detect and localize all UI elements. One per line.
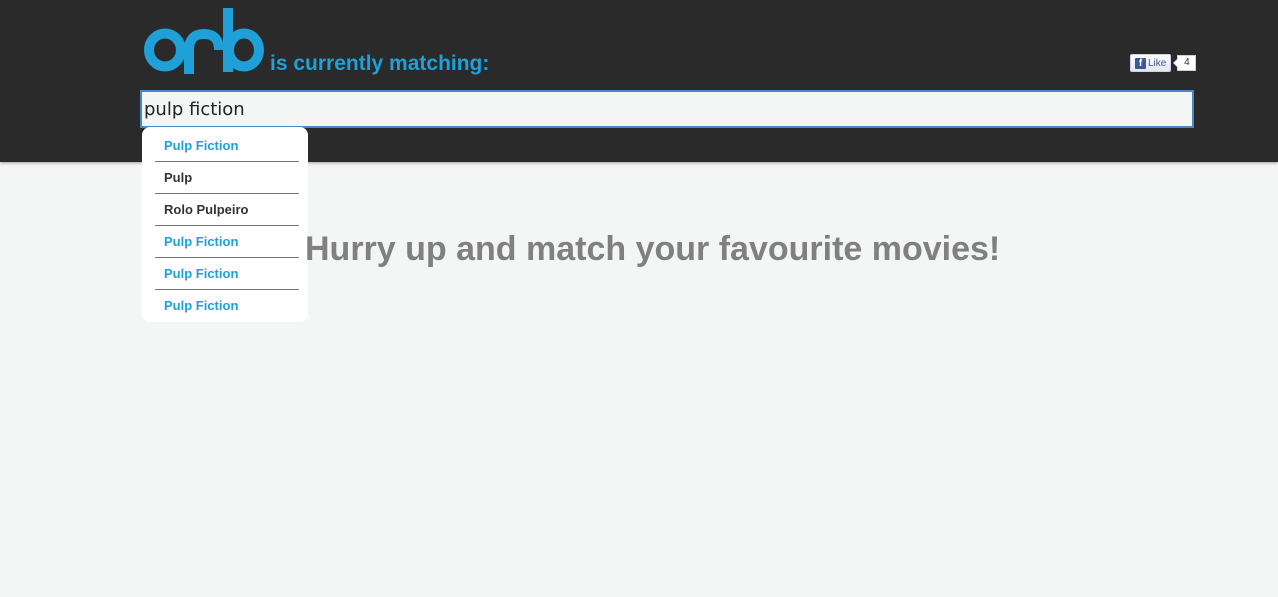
autocomplete-item[interactable]: Rolo Pulpeiro [155, 194, 299, 226]
autocomplete-dropdown: Pulp Fiction Pulp Rolo Pulpeiro Pulp Fic… [142, 127, 308, 322]
tagline: is currently matching: [270, 52, 490, 75]
autocomplete-item[interactable]: Pulp Fiction [155, 130, 299, 162]
like-label: Like [1148, 57, 1167, 69]
orb-logo[interactable]: orb [144, 6, 266, 78]
autocomplete-item[interactable]: Pulp [155, 162, 299, 194]
page-headline: Hurry up and match your favourite movies… [305, 230, 1001, 268]
autocomplete-item[interactable]: Pulp Fiction [155, 258, 299, 290]
movie-search-input[interactable] [140, 90, 1194, 128]
like-count: 4 [1173, 55, 1197, 71]
facebook-icon: f [1135, 57, 1146, 69]
autocomplete-item[interactable]: Pulp Fiction [155, 290, 299, 322]
autocomplete-item[interactable]: Pulp Fiction [155, 226, 299, 258]
facebook-like-button[interactable]: f Like [1130, 54, 1172, 72]
facebook-like-widget: f Like 4 [1130, 54, 1197, 72]
